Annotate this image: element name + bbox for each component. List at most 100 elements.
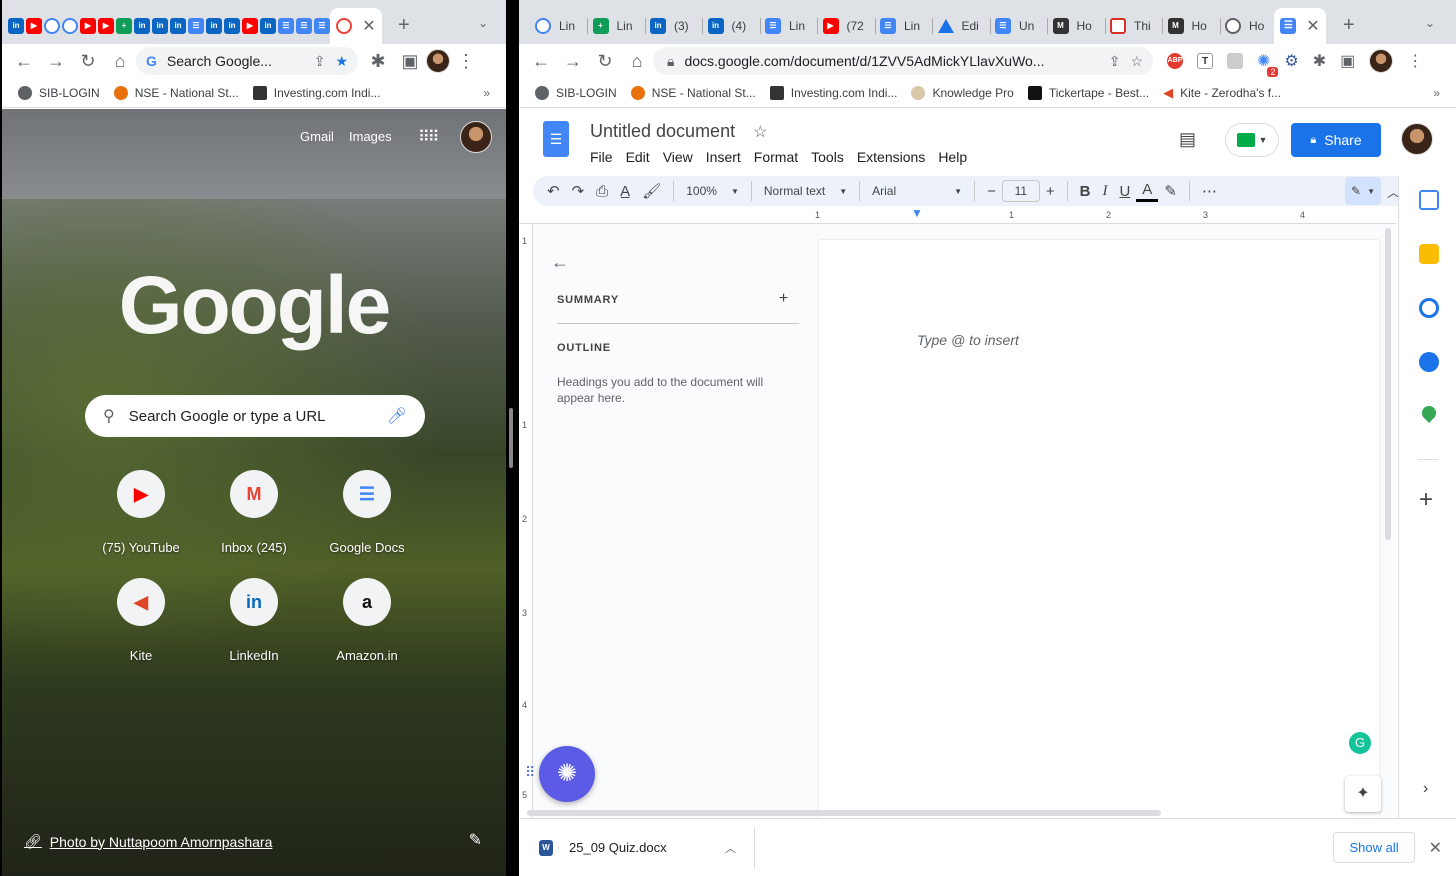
sheets-icon[interactable]: + [116,18,132,34]
share-icon[interactable]: ⇪ [314,53,326,70]
address-bar[interactable]: 🔒︎ docs.google.com/document/d/1ZVV5AdMic… [653,47,1153,75]
chrome-icon[interactable] [44,18,60,34]
italic-icon[interactable]: I [1096,177,1113,205]
extensions-icon[interactable]: ✱ [1313,51,1326,71]
reload-icon[interactable]: ↻ [589,45,621,77]
shortcut-youtube[interactable]: ▶ (75) YouTube [89,470,193,555]
images-link[interactable]: Images [349,129,392,144]
maps-icon[interactable] [1419,403,1439,423]
ntp-search-box[interactable]: ⚲ Search Google or type a URL 🎤︎ [85,395,425,437]
menu-dots-icon[interactable]: ⋮ [1407,51,1423,71]
drag-handle-icon[interactable]: ⠿ [525,764,535,781]
editing-mode-button[interactable]: ✎ ▼ [1345,177,1381,205]
assistant-fab-icon[interactable]: ✺ [539,746,595,802]
more-bookmarks-icon[interactable]: » [1433,86,1440,100]
docs-icon[interactable]: ☰ [188,18,204,34]
bookmark-kite[interactable]: ◀ Kite - Zerodha's f... [1163,85,1281,101]
shortcut-kite[interactable]: ◀ Kite [89,578,193,663]
menu-extensions[interactable]: Extensions [857,149,925,165]
increase-font-size-icon[interactable]: + [1040,177,1061,205]
split-divider-handle[interactable] [509,408,513,468]
browser-tab[interactable]: + Lin [589,8,645,44]
browser-tab[interactable]: ☰ Lin [876,8,932,44]
bookmark-star-icon[interactable]: ☆ [1130,53,1143,70]
show-all-button[interactable]: Show all [1333,832,1415,863]
browser-tab[interactable]: M Ho [1049,8,1105,44]
reload-icon[interactable]: ↻ [72,45,104,77]
back-icon[interactable]: ← [525,45,557,77]
linkedin-icon[interactable]: in [134,18,150,34]
vertical-scrollbar[interactable] [1385,228,1391,540]
bookmark-knowledge-pro[interactable]: Knowledge Pro [911,85,1014,100]
print-icon[interactable]: ⎙ [590,177,614,205]
photo-credit-link[interactable]: 🔗︎ Photo by Nuttapoom Amornpashara [24,833,272,850]
bookmark-investing[interactable]: Investing.com Indi... [252,85,380,100]
bookmark-tickertape[interactable]: Tickertape - Best... [1027,85,1149,100]
browser-tab[interactable]: Lin [531,8,587,44]
keep-icon[interactable] [1419,244,1439,264]
chevron-up-icon[interactable]: ︿ [725,840,736,856]
side-panel-icon[interactable]: ▣ [394,45,426,77]
ntp-profile-avatar[interactable] [460,121,492,153]
indent-marker-icon[interactable]: ▼ [911,206,923,220]
menu-dots-icon[interactable]: ⋮ [450,45,482,77]
comments-icon[interactable]: ▤ [1179,129,1196,150]
new-tab-icon[interactable]: + [398,14,410,37]
bold-icon[interactable]: B [1074,177,1097,205]
browser-tab[interactable]: Ho [1221,8,1277,44]
t-extension-icon[interactable]: T [1197,53,1213,69]
linkedin-icon[interactable]: in [152,18,168,34]
star-icon[interactable]: ☆ [753,122,767,142]
gmail-link[interactable]: Gmail [300,129,334,144]
calendar-icon[interactable] [1419,190,1439,210]
browser-tab[interactable]: M Ho [1164,8,1220,44]
profile-avatar[interactable] [1369,49,1394,73]
shortcut-gmail[interactable]: M Inbox (245) [202,470,306,555]
apps-grid-icon[interactable]: ⠿⠿ [418,127,439,147]
forward-icon[interactable]: → [40,45,72,77]
browser-tab[interactable]: ☰ Un [991,8,1047,44]
document-page[interactable]: Type @ to insert G [819,240,1379,818]
shortcut-docs[interactable]: ☰ Google Docs [315,470,419,555]
browser-tab[interactable]: Edi [934,8,990,44]
menu-insert[interactable]: Insert [706,149,741,165]
add-addon-icon[interactable]: + [1419,486,1433,514]
font-select[interactable]: Arial ▼ [866,177,968,205]
side-panel-icon[interactable]: ▣ [1340,51,1355,71]
gray-extension-icon[interactable] [1227,53,1243,69]
menu-edit[interactable]: Edit [626,149,650,165]
style-select[interactable]: Normal text ▼ [758,177,853,205]
more-options-icon[interactable]: ⋯ [1196,177,1223,205]
menu-help[interactable]: Help [938,149,967,165]
browser-tab[interactable]: ▶ (72 [819,8,875,44]
bookmark-nse[interactable]: NSE - National St... [113,85,239,100]
zoom-select[interactable]: 100% ▼ [680,177,745,205]
paint-format-icon[interactable]: 🖌︎ [636,177,667,205]
explore-sparkle-icon[interactable]: ✦ [1345,776,1381,812]
more-bookmarks-icon[interactable]: » [483,86,490,100]
linkedin-icon[interactable]: in [8,18,24,34]
browser-tab[interactable]: in (4) [704,8,760,44]
browser-tab[interactable]: Thi [1106,8,1162,44]
menu-file[interactable]: File [590,149,613,165]
linkedin-icon[interactable]: in [260,18,276,34]
document-title[interactable]: Untitled document [590,121,735,142]
undo-icon[interactable]: ↶ [541,177,566,205]
highlight-icon[interactable]: ✎ [1158,177,1183,205]
youtube-icon[interactable]: ▶ [80,18,96,34]
horizontal-scrollbar[interactable] [527,810,1161,816]
underline-icon[interactable]: U [1113,177,1136,205]
close-tab-icon[interactable]: ✕ [1306,16,1319,36]
shortcut-linkedin[interactable]: in LinkedIn [202,578,306,663]
docs-logo-icon[interactable]: ☰ [543,121,569,157]
redo-icon[interactable]: ↷ [566,177,591,205]
bookmark-nse[interactable]: NSE - National St... [630,85,756,100]
docs-profile-avatar[interactable] [1401,123,1433,155]
profile-avatar[interactable] [426,49,450,73]
chrome-icon[interactable] [62,18,78,34]
browser-tab[interactable]: ☰ Lin [761,8,817,44]
back-icon[interactable]: ← [8,45,40,77]
grammar-extension-icon[interactable]: ✺ 2 [1257,51,1279,77]
voice-search-icon[interactable]: 🎤︎ [387,406,407,426]
omnibox[interactable]: G Search Google... ⇪ ★ [136,47,358,75]
